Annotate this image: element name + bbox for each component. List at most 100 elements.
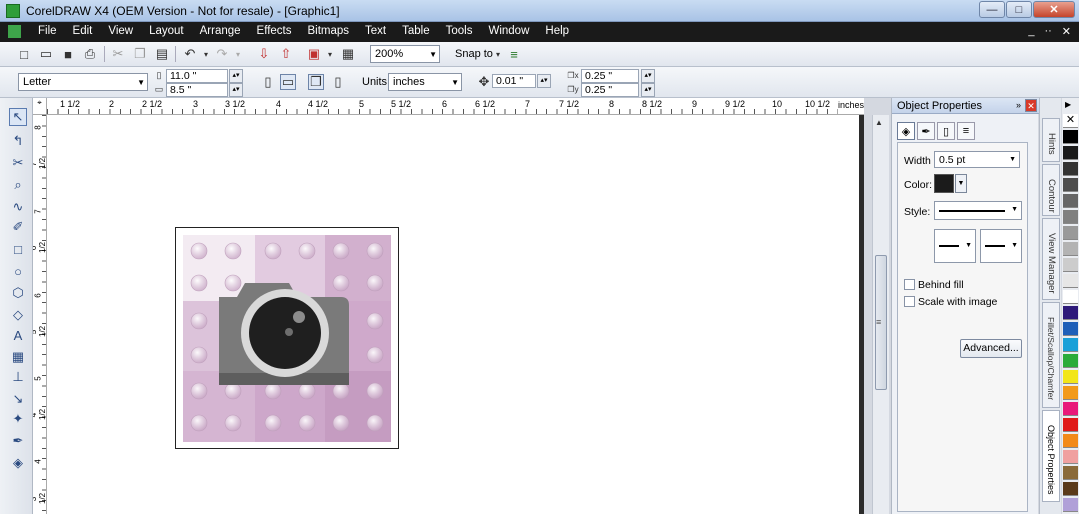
smart-fill-tool-icon[interactable]: ✐ (9, 218, 27, 236)
palette-swatch[interactable] (1063, 450, 1078, 464)
duplicate-x-field[interactable]: 0.25 " (581, 69, 639, 83)
all-pages-icon[interactable]: ❐ (308, 74, 324, 90)
menu-text[interactable]: Text (357, 25, 394, 37)
palette-swatch[interactable] (1063, 258, 1078, 272)
horizontal-ruler[interactable]: 1 1/2 2 2 1/2 3 3 1/2 4 4 1/2 5 5 1/2 6 … (47, 98, 864, 115)
palette-swatch[interactable] (1063, 354, 1078, 368)
doc-close-button[interactable]: ✕ (1062, 25, 1071, 38)
doc-restore-button[interactable]: ·· (1044, 25, 1051, 38)
rectangle-tool-icon[interactable]: □ (9, 240, 27, 258)
page-width-field[interactable]: 11.0 " (166, 69, 228, 83)
drawing-canvas[interactable] (47, 115, 859, 514)
palette-swatch[interactable] (1063, 146, 1078, 160)
tab-hints[interactable]: Hints (1042, 118, 1060, 162)
menu-help[interactable]: Help (537, 25, 577, 37)
import-icon[interactable]: ⇩ (256, 46, 272, 62)
nudge-spinner[interactable]: ▴▾ (537, 74, 551, 88)
palette-swatch[interactable] (1063, 434, 1078, 448)
new-document-icon[interactable]: □ (16, 46, 32, 62)
tab-view-manager[interactable]: View Manager (1042, 218, 1060, 300)
tab-contour[interactable]: Contour (1042, 164, 1060, 216)
coreldraw-app-icon[interactable] (6, 4, 20, 18)
height-spinner[interactable]: ▴▾ (229, 83, 243, 97)
launcher-dropdown-icon[interactable]: ▾ (322, 46, 338, 62)
docker-close-icon[interactable]: ✕ (1025, 99, 1037, 112)
fill-tool-icon[interactable]: ◈ (9, 454, 27, 472)
general-tab-icon[interactable]: ▯ (937, 122, 955, 140)
palette-swatch[interactable] (1063, 418, 1078, 432)
palette-scroll-up-icon[interactable]: ▶ (1065, 100, 1071, 109)
basic-shapes-tool-icon[interactable]: ◇ (9, 306, 27, 324)
paper-type-select[interactable]: Letter ▼ (18, 73, 148, 91)
maximize-button[interactable]: □ (1006, 1, 1032, 18)
palette-swatch[interactable] (1063, 194, 1078, 208)
start-arrow-select[interactable]: ▼ (934, 229, 976, 263)
palette-swatch[interactable] (1063, 178, 1078, 192)
open-folder-icon[interactable]: ▭ (38, 46, 54, 62)
fill-tab-icon[interactable]: ◈ (897, 122, 915, 140)
palette-swatch[interactable]: ✕ (1063, 114, 1078, 128)
menu-file[interactable]: File (30, 25, 65, 37)
palette-swatch[interactable] (1063, 210, 1078, 224)
line-style-select[interactable]: ▼ (934, 201, 1022, 220)
expand-icon[interactable]: » (1012, 99, 1025, 112)
save-icon[interactable]: ■ (60, 46, 76, 62)
vertical-ruler[interactable]: 8 7 1/2 7 6 1/2 6 5 1/2 5 4 1/2 4 3 1/2 (33, 115, 47, 514)
undo-icon[interactable]: ↶ (182, 46, 198, 62)
blend-tool-icon[interactable]: ✦ (9, 410, 27, 428)
zoom-level-select[interactable]: 200% ▼ (370, 45, 440, 63)
connector-tool-icon[interactable]: ↘ (9, 390, 27, 408)
dup-x-spinner[interactable]: ▴▾ (641, 69, 655, 83)
close-button[interactable]: ✕ (1033, 1, 1075, 18)
advanced-button[interactable]: Advanced... (960, 339, 1022, 358)
menu-edit[interactable]: Edit (65, 25, 101, 37)
export-icon[interactable]: ⇧ (278, 46, 294, 62)
palette-swatch[interactable] (1063, 290, 1078, 304)
palette-swatch[interactable] (1063, 162, 1078, 176)
document-icon[interactable] (8, 25, 21, 38)
zoom-tool-icon[interactable]: ⌕ (9, 176, 27, 194)
units-select[interactable]: inches ▼ (388, 73, 462, 91)
landscape-icon[interactable]: ▭ (280, 74, 296, 90)
shape-tool-icon[interactable]: ↰ (9, 132, 27, 150)
menu-bitmaps[interactable]: Bitmaps (299, 25, 357, 37)
tab-object-properties[interactable]: Object Properties (1042, 410, 1060, 502)
crop-tool-icon[interactable]: ✂ (9, 154, 27, 172)
polygon-tool-icon[interactable]: ⬡ (9, 284, 27, 302)
print-icon[interactable]: ⎙ (82, 46, 98, 62)
outline-width-select[interactable]: 0.5 pt ▼ (934, 151, 1020, 168)
duplicate-y-field[interactable]: 0.25 " (581, 83, 639, 97)
portrait-icon[interactable]: ▯ (260, 74, 276, 90)
palette-swatch[interactable] (1063, 130, 1078, 144)
palette-swatch[interactable] (1063, 338, 1078, 352)
copy-icon[interactable]: ❐ (132, 46, 148, 62)
freehand-tool-icon[interactable]: ∿ (9, 198, 27, 216)
palette-swatch[interactable] (1063, 498, 1078, 512)
palette-swatch[interactable] (1063, 466, 1078, 480)
snap-dropdown-icon[interactable]: ▾ (490, 46, 506, 62)
paste-icon[interactable]: ▤ (154, 46, 170, 62)
palette-swatch[interactable] (1063, 274, 1078, 288)
options-icon[interactable]: ≡ (506, 46, 522, 62)
menu-tools[interactable]: Tools (438, 25, 481, 37)
palette-swatch[interactable] (1063, 306, 1078, 320)
outline-tab-icon[interactable]: ✒ (917, 122, 935, 140)
application-launcher-icon[interactable]: ▣ (306, 46, 322, 62)
cut-icon[interactable]: ✂ (110, 46, 126, 62)
dup-y-spinner[interactable]: ▴▾ (641, 83, 655, 97)
outline-pen-tool-icon[interactable]: ✒ (9, 432, 27, 450)
palette-swatch[interactable] (1063, 386, 1078, 400)
palette-swatch[interactable] (1063, 402, 1078, 416)
scroll-up-icon[interactable]: ▲ (875, 118, 883, 127)
menu-view[interactable]: View (100, 25, 141, 37)
current-page-icon[interactable]: ▯ (330, 74, 346, 90)
behind-fill-checkbox[interactable] (904, 279, 915, 290)
menu-effects[interactable]: Effects (249, 25, 300, 37)
redo-icon[interactable]: ↷ (214, 46, 230, 62)
snap-to-button[interactable]: Snap to (455, 48, 493, 60)
palette-swatch[interactable] (1063, 226, 1078, 240)
palette-swatch[interactable] (1063, 370, 1078, 384)
ruler-origin[interactable]: ⌖ (33, 98, 47, 115)
summary-tab-icon[interactable]: ≡ (957, 122, 975, 140)
color-dropdown-icon[interactable]: ▼ (955, 174, 967, 193)
